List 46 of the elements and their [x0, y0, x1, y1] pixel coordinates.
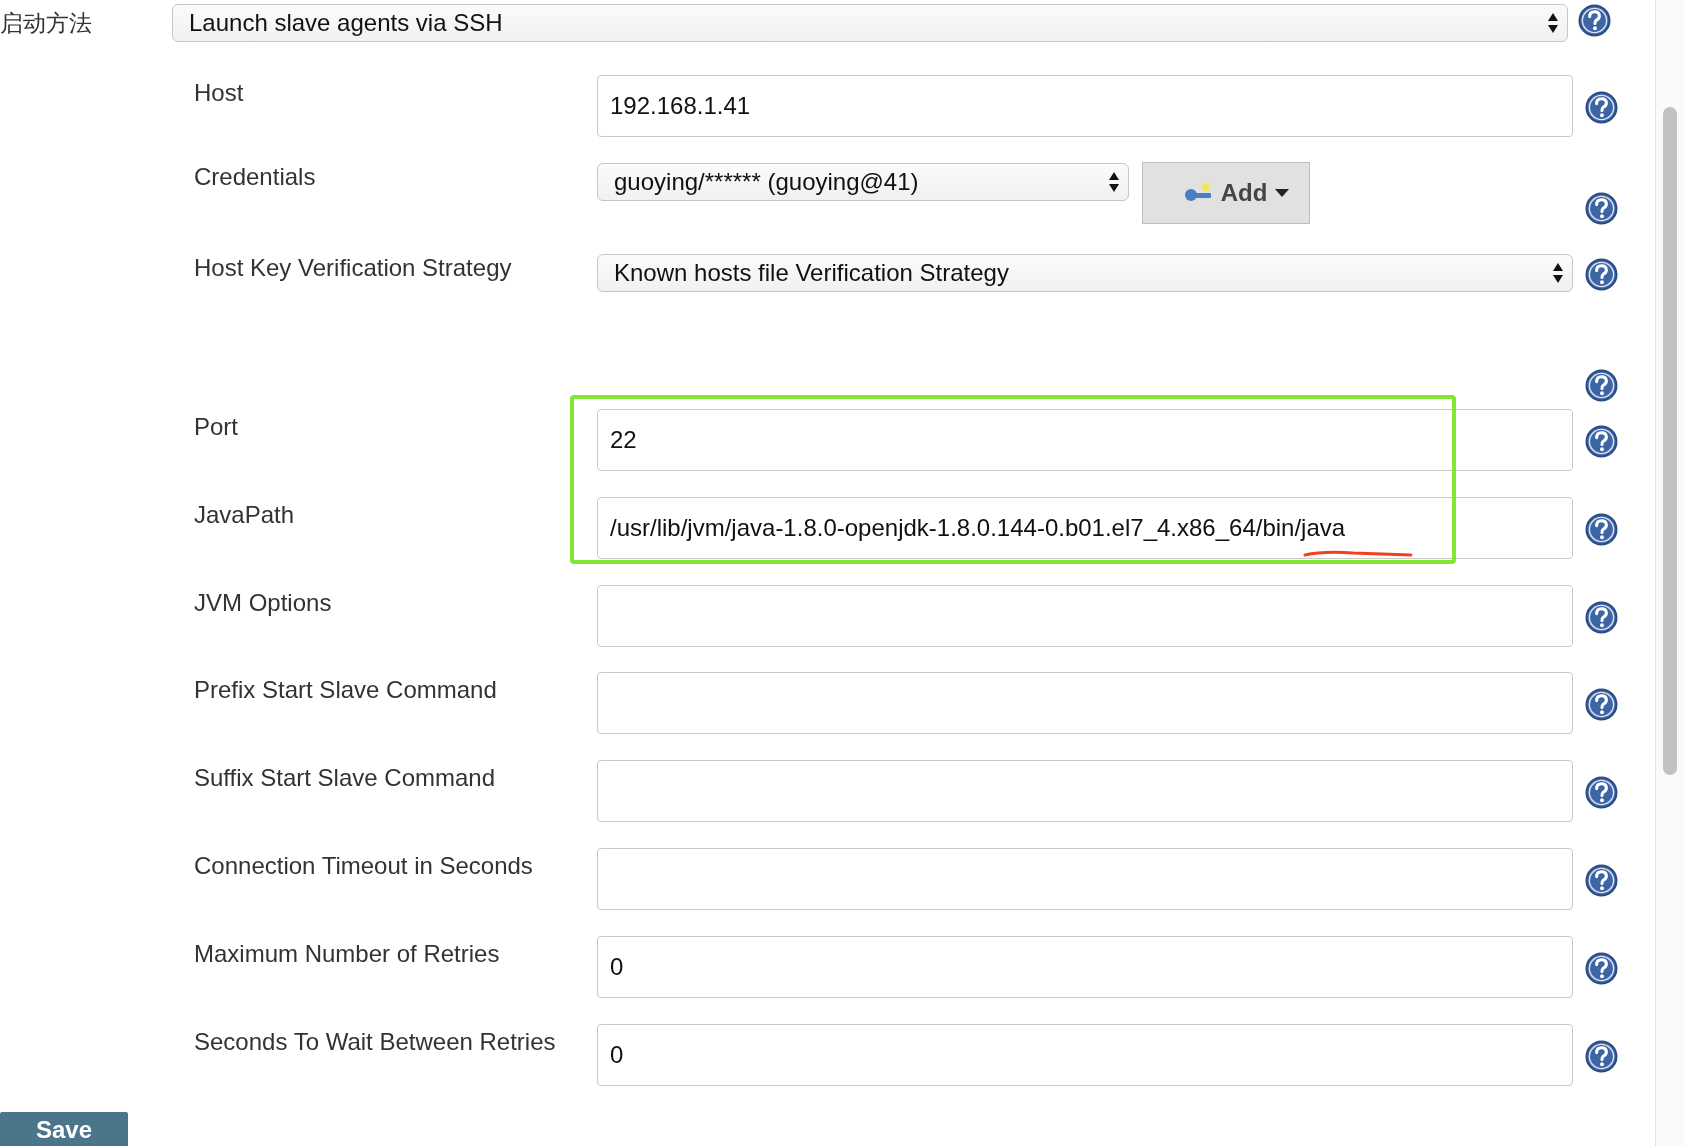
text-field[interactable]	[597, 760, 1573, 823]
field-label: Connection Timeout in Seconds	[194, 851, 534, 881]
text-field[interactable]: /usr/lib/jvm/java-1.8.0-openjdk-1.8.0.144-0.b01.el7_4.x86_64/bin/java	[597, 496, 1573, 559]
help-icon[interactable]	[1585, 90, 1618, 124]
scrollbar-thumb[interactable]	[1663, 107, 1677, 775]
updown-arrows-icon	[1547, 12, 1559, 34]
field-label: Prefix Start Slave Command	[194, 675, 498, 705]
field-label: JVM Options	[194, 587, 333, 617]
text-field[interactable]: 22	[597, 408, 1573, 471]
dropdown-select[interactable]: guoying/****** (guoying@41)	[597, 162, 1129, 201]
help-icon[interactable]	[1585, 864, 1618, 898]
dropdown-select[interactable]: Launch slave agents via SSH	[172, 4, 1568, 42]
field-label: Port	[194, 411, 239, 441]
help-icon[interactable]	[1585, 600, 1618, 634]
updown-arrows-icon	[1552, 261, 1564, 284]
help-icon[interactable]	[1585, 688, 1618, 722]
field-label: 启动方法	[0, 9, 93, 38]
scrollbar[interactable]	[1655, 0, 1684, 1146]
updown-arrows-icon	[1108, 170, 1120, 193]
key-icon	[1182, 181, 1213, 204]
save-button[interactable]: Save	[0, 1112, 128, 1146]
dropdown-select[interactable]: Known hosts file Verification Strategy	[597, 253, 1573, 292]
text-field[interactable]: 0	[597, 936, 1573, 999]
field-label: JavaPath	[194, 499, 296, 529]
add-button[interactable]: Add	[1142, 161, 1310, 224]
text-field[interactable]: 192.168.1.41	[597, 74, 1573, 137]
help-icon[interactable]	[1585, 1040, 1618, 1074]
help-icon[interactable]	[1585, 257, 1618, 291]
caret-icon	[1275, 188, 1290, 197]
help-icon[interactable]	[1585, 776, 1618, 810]
text-field[interactable]: 0	[597, 1024, 1573, 1087]
field-label: Seconds To Wait Between Retries	[194, 1027, 557, 1057]
help-icon[interactable]	[1585, 191, 1618, 225]
text-field[interactable]	[597, 584, 1573, 647]
field-label: Credentials	[194, 162, 317, 191]
help-icon[interactable]	[1585, 424, 1618, 458]
text-field[interactable]	[597, 848, 1573, 911]
field-label: Host Key Verification Strategy	[194, 253, 513, 282]
help-icon[interactable]	[1585, 368, 1618, 402]
field-label: Host	[194, 77, 245, 107]
field-label: Maximum Number of Retries	[194, 939, 501, 969]
text-field[interactable]	[597, 672, 1573, 735]
field-label: Suffix Start Slave Command	[194, 763, 497, 793]
help-icon[interactable]	[1585, 952, 1618, 986]
help-icon[interactable]	[1585, 512, 1618, 546]
help-icon[interactable]	[1578, 4, 1611, 37]
